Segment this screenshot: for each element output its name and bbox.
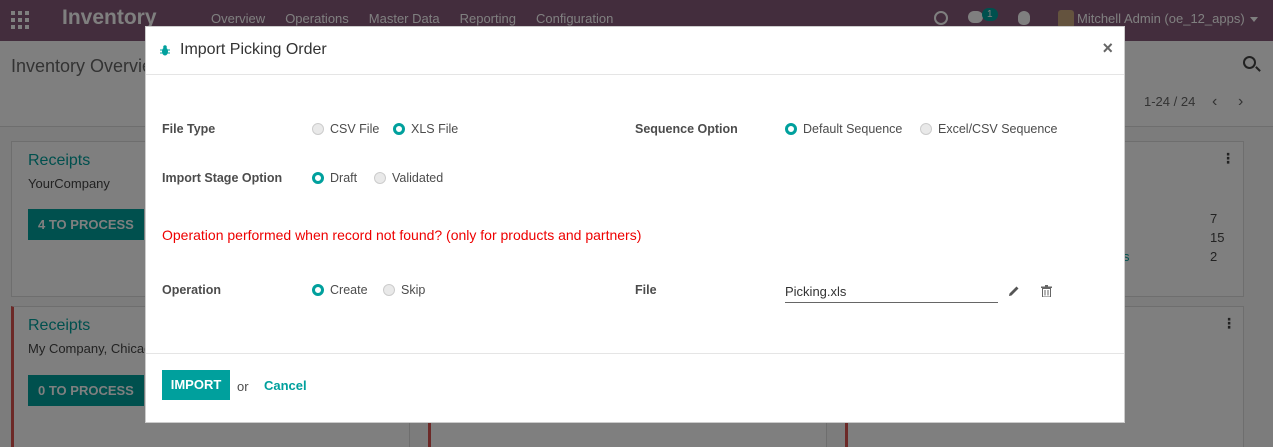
- pencil-icon[interactable]: [1008, 285, 1020, 297]
- radio-create[interactable]: Create: [312, 283, 368, 297]
- radio-label[interactable]: Skip: [401, 283, 425, 297]
- close-icon[interactable]: ×: [1102, 38, 1113, 59]
- radio-label[interactable]: Draft: [330, 171, 357, 185]
- radio-skip[interactable]: Skip: [383, 283, 425, 297]
- radio-unchecked-icon[interactable]: [383, 284, 395, 296]
- radio-checked-icon[interactable]: [393, 123, 405, 135]
- radio-label[interactable]: Default Sequence: [803, 122, 902, 136]
- sequence-option-label: Sequence Option: [635, 122, 738, 136]
- radio-unchecked-icon[interactable]: [312, 123, 324, 135]
- radio-label[interactable]: XLS File: [411, 122, 458, 136]
- modal-footer: IMPORT or Cancel: [146, 353, 1124, 422]
- import-button[interactable]: IMPORT: [162, 370, 230, 400]
- radio-label[interactable]: Create: [330, 283, 368, 297]
- radio-unchecked-icon[interactable]: [374, 172, 386, 184]
- modal-title: Import Picking Order: [180, 41, 327, 58]
- radio-validated[interactable]: Validated: [374, 171, 443, 185]
- radio-checked-icon[interactable]: [312, 172, 324, 184]
- not-found-warning: Operation performed when record not foun…: [162, 227, 642, 243]
- radio-unchecked-icon[interactable]: [920, 123, 932, 135]
- import-picking-dialog: Import Picking Order × File Type CSV Fil…: [145, 26, 1125, 423]
- radio-label[interactable]: Validated: [392, 171, 443, 185]
- radio-draft[interactable]: Draft: [312, 171, 357, 185]
- file-field[interactable]: Picking.xls: [785, 282, 998, 303]
- radio-checked-icon[interactable]: [312, 284, 324, 296]
- modal-header: Import Picking Order ×: [146, 27, 1124, 75]
- radio-xls-file[interactable]: XLS File: [393, 122, 458, 136]
- radio-checked-icon[interactable]: [785, 123, 797, 135]
- radio-excel-csv-sequence[interactable]: Excel/CSV Sequence: [920, 122, 1058, 136]
- file-label: File: [635, 283, 657, 297]
- radio-csv-file[interactable]: CSV File: [312, 122, 379, 136]
- trash-icon[interactable]: [1041, 285, 1052, 297]
- radio-default-sequence[interactable]: Default Sequence: [785, 122, 902, 136]
- file-type-label: File Type: [162, 122, 216, 136]
- bug-icon: [160, 45, 170, 56]
- or-text: or: [237, 379, 249, 394]
- cancel-button[interactable]: Cancel: [264, 378, 307, 393]
- import-stage-label: Import Stage Option: [162, 171, 283, 185]
- radio-label[interactable]: CSV File: [330, 122, 379, 136]
- operation-label: Operation: [162, 283, 222, 297]
- radio-label[interactable]: Excel/CSV Sequence: [938, 122, 1058, 136]
